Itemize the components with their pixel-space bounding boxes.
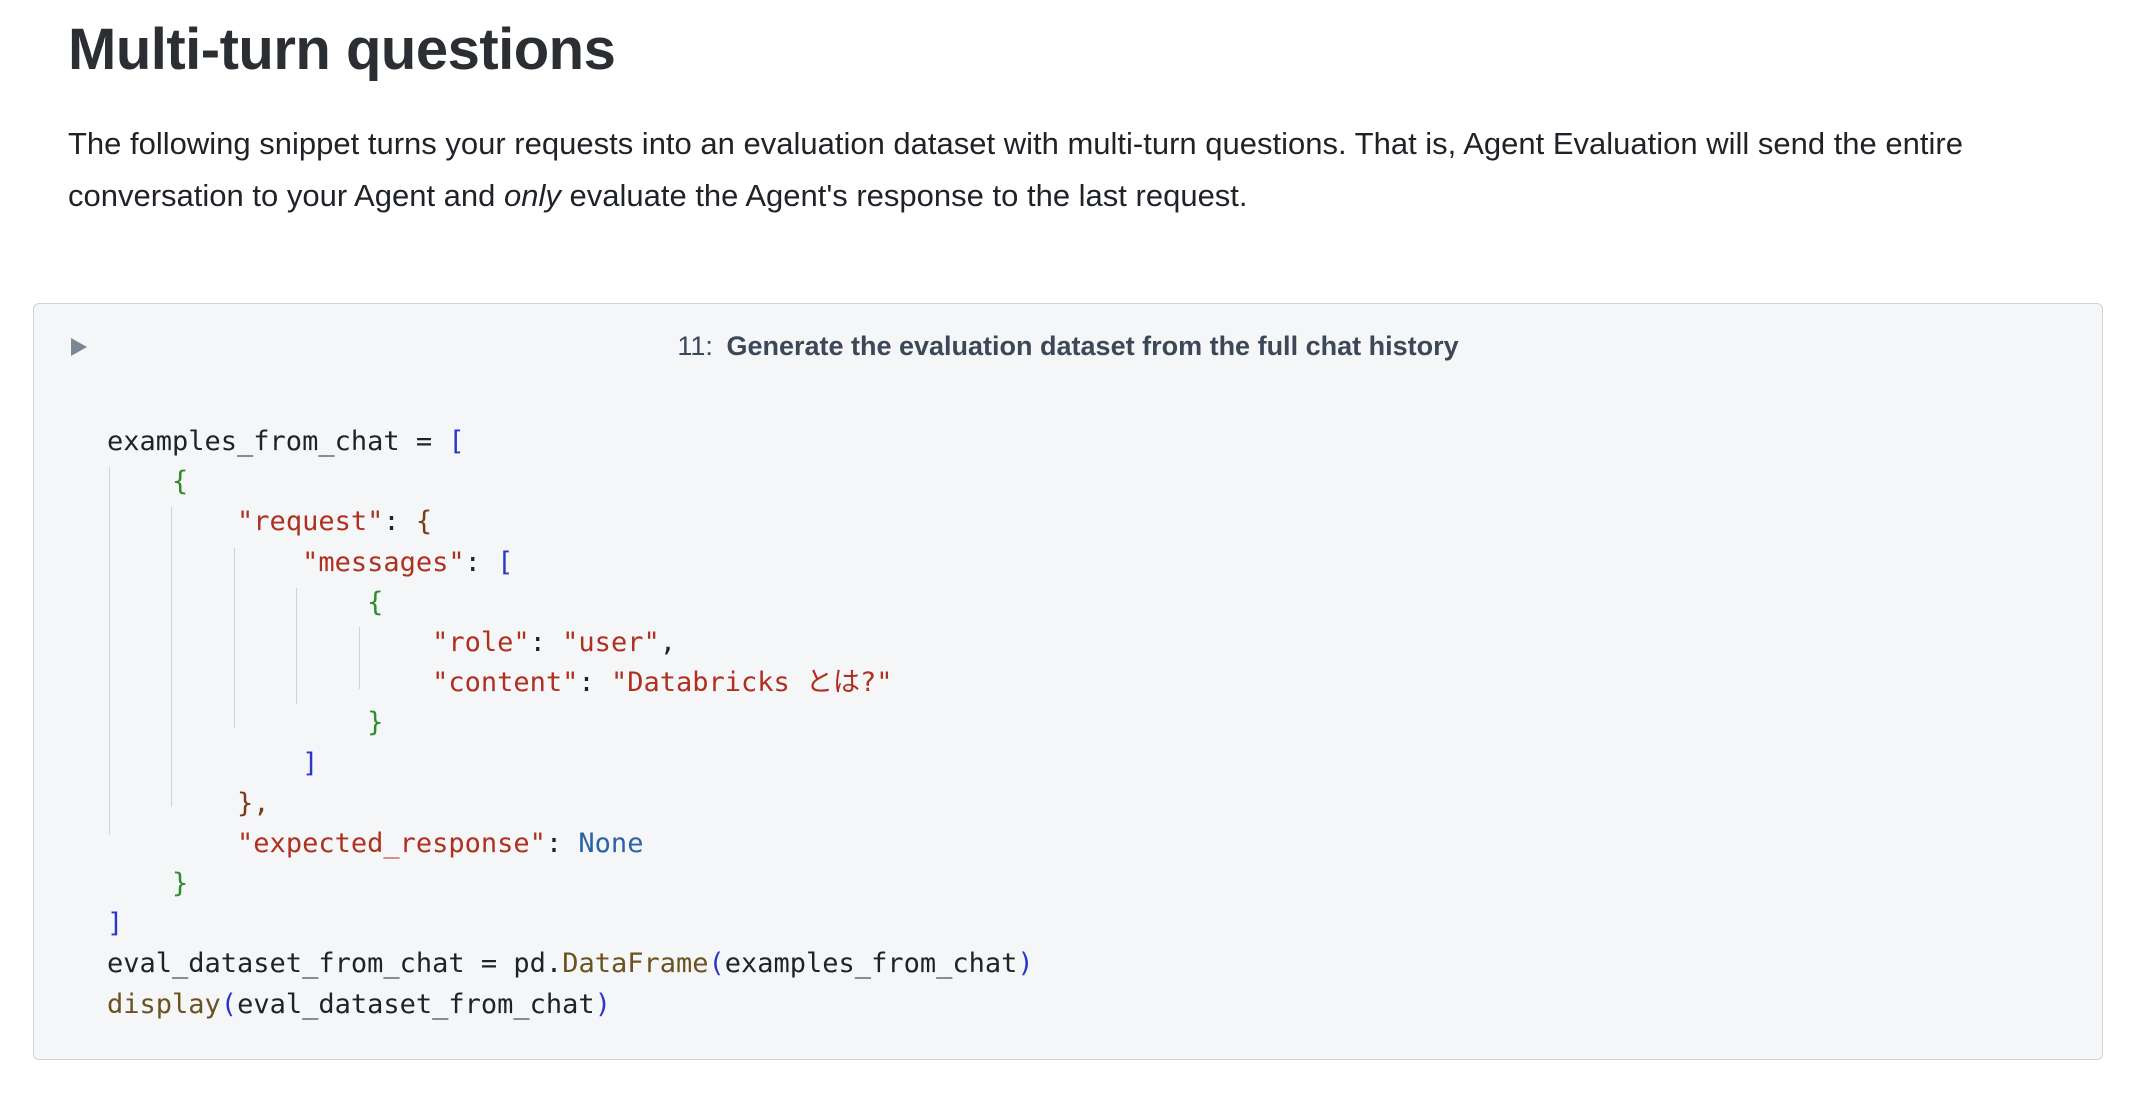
code-token: ] [107,908,124,940]
code-token: { [415,506,433,538]
code-token: display [107,988,221,1020]
description-text-part2: evaluate the Agent's response to the las… [560,178,1248,213]
code-token: None [578,827,644,859]
code-token: ( [708,948,725,980]
code-token: "request" [237,506,384,538]
cell-title: 11: Generate the evaluation dataset from… [34,328,2102,364]
code-token: "expected_response" [237,827,546,859]
cell-number: 11: [677,331,713,361]
code-line-4: "messages": [ [107,543,1034,583]
code-token: "messages" [302,546,465,578]
cell-title-text: Generate the evaluation dataset from the… [726,331,1459,361]
code-token: : [383,506,416,538]
code-token: ) [594,988,611,1020]
code-token: = [464,948,514,980]
cell-header: 11: Generate the evaluation dataset from… [34,304,2102,390]
code-token: "user" [562,626,660,658]
section-description: The following snippet turns your request… [68,118,2108,222]
code-token: ) [1017,948,1034,980]
code-token: DataFrame [562,948,709,980]
code-token: ( [220,988,238,1020]
code-line-11: "expected_response": None [107,824,1034,864]
code-token: examples_from_chat [724,948,1018,980]
code-line-8: } [107,703,1034,743]
code-token: : [529,626,563,658]
description-emphasis: only [504,178,561,213]
code-token: }, [237,787,270,819]
code-token: "role" [432,626,530,658]
code-token: } [172,868,189,900]
code-token: "Databricks とは?" [610,667,893,699]
code-token: , [659,626,676,658]
code-token: pd. [513,948,563,980]
code-line-10: }, [107,784,1034,824]
code-cell[interactable]: 11: Generate the evaluation dataset from… [33,303,2103,1060]
code-line-3: "request": { [107,502,1034,542]
code-token: "content" [432,667,579,699]
code-token: = [399,426,449,457]
code-token: [ [497,546,514,578]
code-token: eval_dataset_from_chat [107,948,465,980]
code-token: { [172,466,189,498]
code-token: : [464,546,498,578]
notebook-page: Multi-turn questions The following snipp… [0,0,2140,1098]
code-line-2: { [107,462,1034,502]
code-token: { [367,586,384,618]
code-token: : [578,667,611,699]
code-token: : [545,827,579,859]
code-line-13: ] [107,904,1034,944]
code-line-14: eval_dataset_from_chat = pd.DataFrame(ex… [107,944,1034,984]
section-heading: Multi-turn questions [68,17,616,82]
code-token: eval_dataset_from_chat [237,988,595,1020]
code-line-6: "role": "user", [107,623,1034,663]
code-line-1: examples_from_chat = [ [107,422,1034,462]
code-line-15: display(eval_dataset_from_chat) [107,985,1034,1025]
code-line-7: "content": "Databricks とは?" [107,663,1034,703]
code-line-5: { [107,583,1034,623]
code-editor[interactable]: examples_from_chat = [ { "request": { "m… [107,422,1034,1025]
code-line-12: } [107,864,1034,904]
code-token: ] [302,747,319,779]
code-token: [ [448,426,465,457]
code-token: examples_from_chat [107,426,400,457]
code-token: } [367,707,384,739]
code-line-9: ] [107,744,1034,784]
